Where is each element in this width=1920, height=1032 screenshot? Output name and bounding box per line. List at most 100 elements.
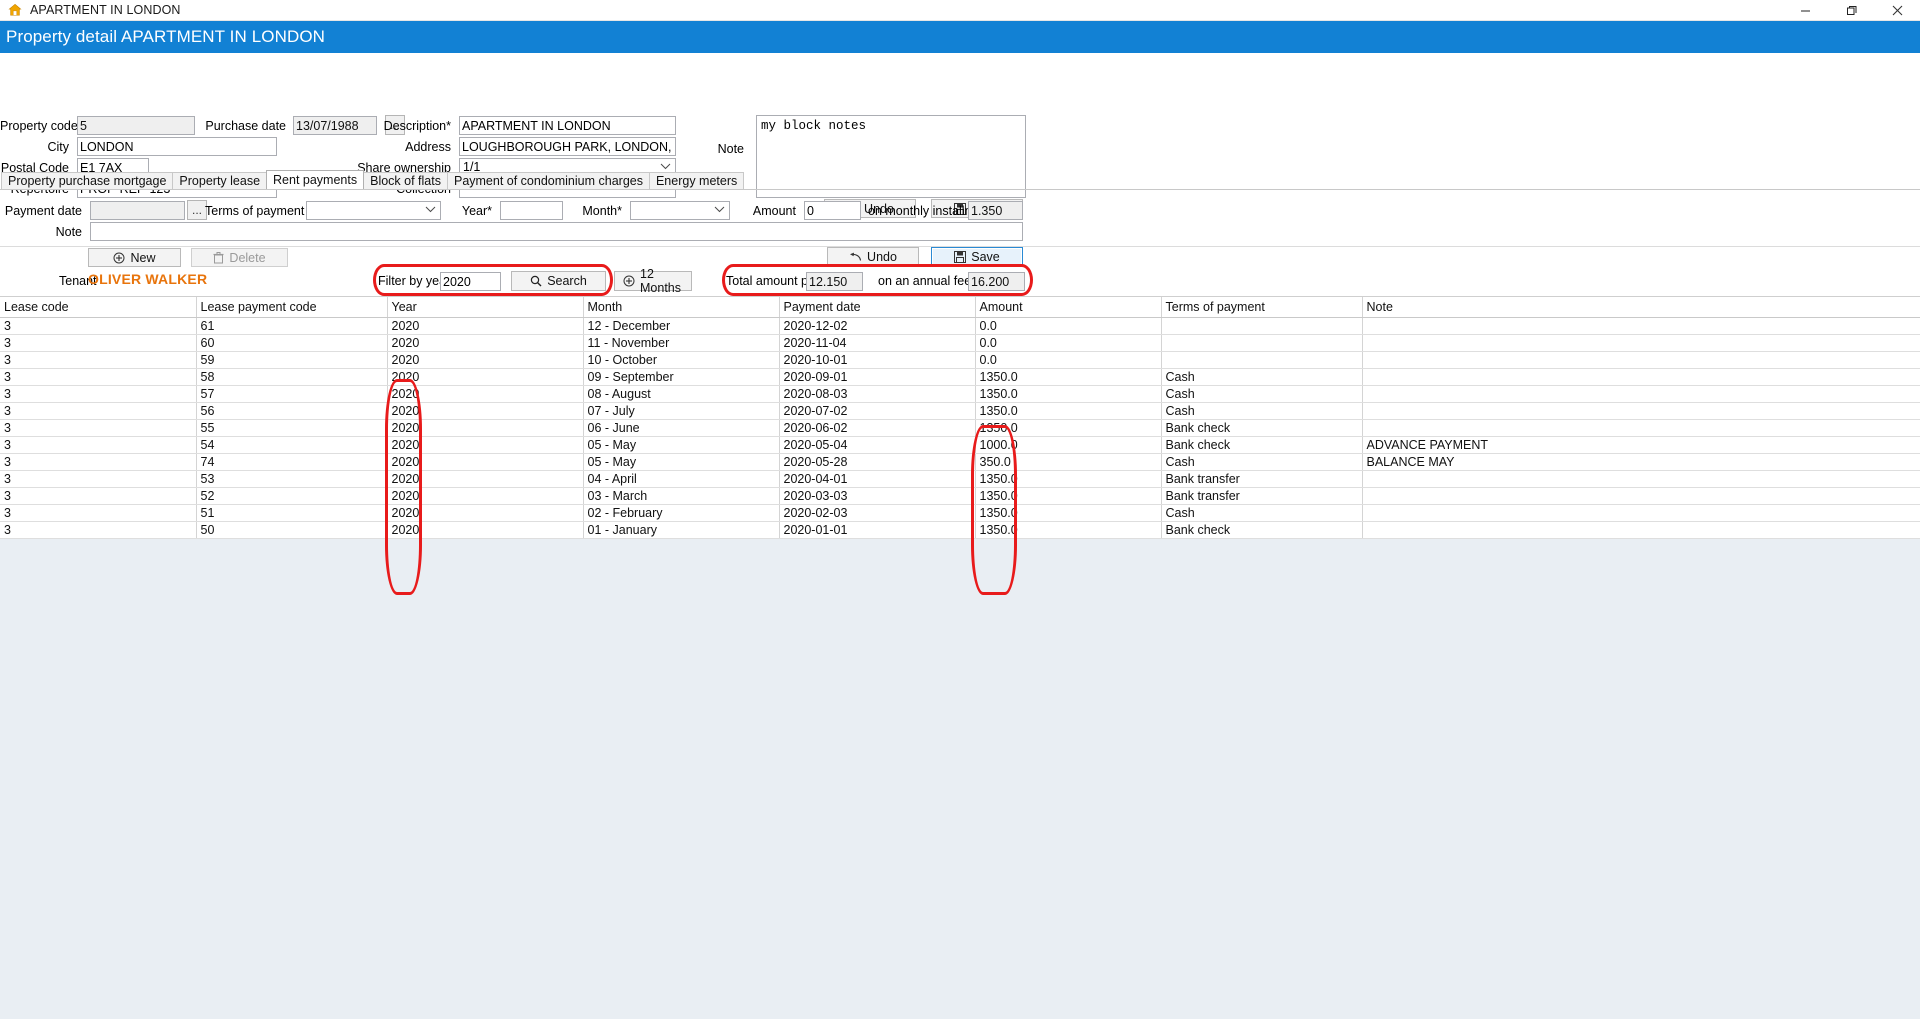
table-row[interactable]: 355202006 - June2020-06-021350.0Bank che… <box>0 420 1920 437</box>
tab-strip: Property purchase mortgage Property leas… <box>0 172 1920 190</box>
cell-note <box>1362 386 1920 403</box>
cell-lease-payment-code: 56 <box>196 403 387 420</box>
property-code-input[interactable] <box>77 116 195 135</box>
tab-block-of-flats[interactable]: Block of flats <box>363 172 448 189</box>
col-lease-payment-code[interactable]: Lease payment code <box>196 297 387 318</box>
rent-payments-grid[interactable]: Lease code Lease payment code Year Month… <box>0 296 1920 1032</box>
filter-by-year-input[interactable] <box>440 272 501 291</box>
twelve-months-button[interactable]: 12 Months <box>614 271 692 291</box>
cell-amount: 0.0 <box>975 352 1161 369</box>
cell-note <box>1362 471 1920 488</box>
cell-year: 2020 <box>387 335 583 352</box>
cell-lease-code: 3 <box>0 505 196 522</box>
search-button[interactable]: Search <box>511 271 606 291</box>
cell-lease-payment-code: 60 <box>196 335 387 352</box>
cell-amount: 0.0 <box>975 318 1161 335</box>
title-bar: APARTMENT IN LONDON <box>0 0 1920 21</box>
delete-payment-button[interactable]: Delete <box>191 248 288 267</box>
cell-lease-code: 3 <box>0 454 196 471</box>
table-row[interactable]: 356202007 - July2020-07-021350.0Cash <box>0 403 1920 420</box>
payment-note-input[interactable] <box>90 222 1023 241</box>
cell-terms-of-payment <box>1161 335 1362 352</box>
tab-property-purchase-mortgage[interactable]: Property purchase mortgage <box>1 172 173 189</box>
cell-month: 10 - October <box>583 352 779 369</box>
cell-lease-payment-code: 52 <box>196 488 387 505</box>
grid-empty-area <box>0 539 1920 1019</box>
purchase-date-label: Purchase date <box>196 119 292 133</box>
annual-fee-label: on an annual fee <box>878 274 971 288</box>
cell-lease-code: 3 <box>0 386 196 403</box>
cell-terms-of-payment: Cash <box>1161 505 1362 522</box>
cell-terms-of-payment: Cash <box>1161 454 1362 471</box>
terms-of-payment-select[interactable] <box>306 201 441 220</box>
table-row[interactable]: 361202012 - December2020-12-020.0 <box>0 318 1920 335</box>
col-month[interactable]: Month <box>583 297 779 318</box>
city-label: City <box>0 140 75 154</box>
col-lease-code[interactable]: Lease code <box>0 297 196 318</box>
payment-save-button[interactable]: Save <box>931 247 1023 266</box>
table-row[interactable]: 353202004 - April2020-04-011350.0Bank tr… <box>0 471 1920 488</box>
cell-terms-of-payment: Bank check <box>1161 420 1362 437</box>
year-input[interactable] <box>500 201 563 220</box>
city-input[interactable] <box>77 137 277 156</box>
cell-payment-date: 2020-09-01 <box>779 369 975 386</box>
minimize-button[interactable] <box>1782 0 1828 21</box>
col-payment-date[interactable]: Payment date <box>779 297 975 318</box>
col-amount[interactable]: Amount <box>975 297 1161 318</box>
table-row[interactable]: 360202011 - November2020-11-040.0 <box>0 335 1920 352</box>
cell-note <box>1362 488 1920 505</box>
cell-lease-code: 3 <box>0 420 196 437</box>
cell-lease-payment-code: 61 <box>196 318 387 335</box>
table-row[interactable]: 359202010 - October2020-10-010.0 <box>0 352 1920 369</box>
cell-lease-payment-code: 51 <box>196 505 387 522</box>
tab-property-lease[interactable]: Property lease <box>172 172 267 189</box>
address-input[interactable] <box>459 137 676 156</box>
table-row[interactable]: 354202005 - May2020-05-041000.0Bank chec… <box>0 437 1920 454</box>
cell-month: 06 - June <box>583 420 779 437</box>
chevron-down-icon <box>714 206 725 213</box>
description-input[interactable] <box>459 116 676 135</box>
maximize-restore-button[interactable] <box>1828 0 1874 21</box>
tab-rent-payments[interactable]: Rent payments <box>266 170 364 189</box>
table-row[interactable]: 350202001 - January2020-01-011350.0Bank … <box>0 522 1920 539</box>
payment-undo-button[interactable]: Undo <box>827 247 919 266</box>
table-row[interactable]: 351202002 - February2020-02-031350.0Cash <box>0 505 1920 522</box>
save-disk-icon <box>954 251 966 263</box>
new-payment-button[interactable]: New <box>88 248 181 267</box>
cell-amount: 350.0 <box>975 454 1161 471</box>
close-button[interactable] <box>1874 0 1920 21</box>
payment-save-label: Save <box>971 250 1000 264</box>
table-row[interactable]: 352202003 - March2020-03-031350.0Bank tr… <box>0 488 1920 505</box>
cell-year: 2020 <box>387 505 583 522</box>
table-row[interactable]: 357202008 - August2020-08-031350.0Cash <box>0 386 1920 403</box>
cell-lease-payment-code: 57 <box>196 386 387 403</box>
cell-year: 2020 <box>387 318 583 335</box>
col-terms-of-payment[interactable]: Terms of payment <box>1161 297 1362 318</box>
cell-lease-payment-code: 74 <box>196 454 387 471</box>
new-payment-label: New <box>130 251 155 265</box>
property-code-label: Property code <box>0 119 75 133</box>
block-note-label: Note <box>700 142 750 156</box>
cell-terms-of-payment: Cash <box>1161 386 1362 403</box>
payment-date-picker-button[interactable]: ... <box>187 200 207 220</box>
col-note[interactable]: Note <box>1362 297 1920 318</box>
cell-amount: 1350.0 <box>975 403 1161 420</box>
amount-input[interactable] <box>804 201 861 220</box>
table-row[interactable]: 358202009 - September2020-09-011350.0Cas… <box>0 369 1920 386</box>
table-row[interactable]: 374202005 - May2020-05-28350.0CashBALANC… <box>0 454 1920 471</box>
cell-payment-date: 2020-11-04 <box>779 335 975 352</box>
annual-fee-input <box>968 272 1025 291</box>
cell-terms-of-payment: Bank transfer <box>1161 488 1362 505</box>
cell-month: 12 - December <box>583 318 779 335</box>
cell-terms-of-payment: Bank check <box>1161 437 1362 454</box>
tab-energy-meters[interactable]: Energy meters <box>649 172 744 189</box>
cell-terms-of-payment <box>1161 318 1362 335</box>
payment-date-input[interactable] <box>90 201 185 220</box>
col-year[interactable]: Year <box>387 297 583 318</box>
cell-lease-payment-code: 59 <box>196 352 387 369</box>
cell-amount: 1350.0 <box>975 471 1161 488</box>
month-select[interactable] <box>630 201 730 220</box>
cell-amount: 0.0 <box>975 335 1161 352</box>
page-title: Property detail APARTMENT IN LONDON <box>0 21 1920 53</box>
tab-payment-of-condominium-charges[interactable]: Payment of condominium charges <box>447 172 650 189</box>
